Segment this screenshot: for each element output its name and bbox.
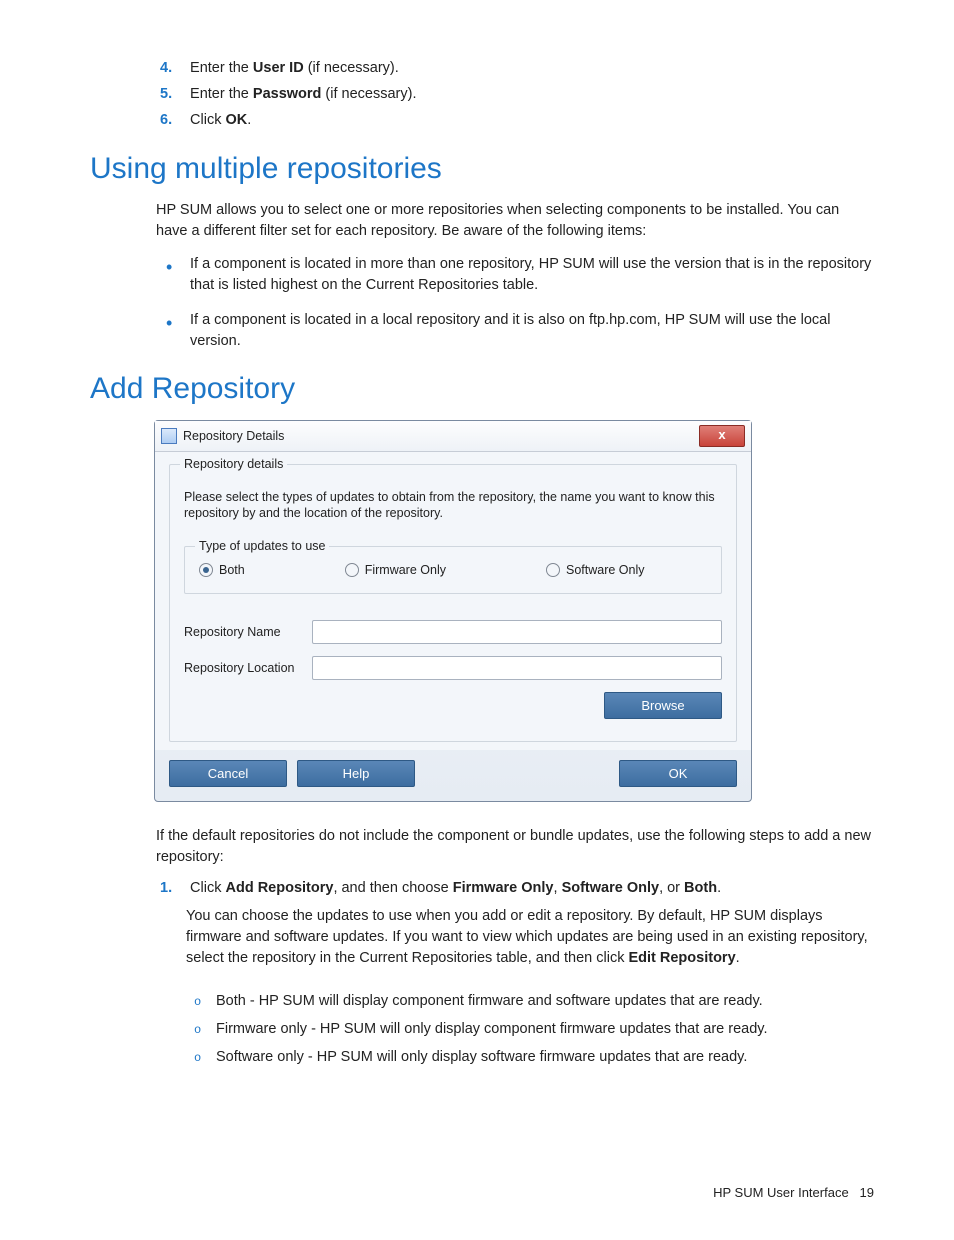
radio-group: Both Firmware Only Software Only (199, 563, 707, 577)
step-text: Click OK. (190, 112, 251, 128)
step-paragraph: You can choose the updates to use when y… (186, 906, 874, 969)
fieldset-legend: Repository details (180, 457, 287, 471)
radio-both[interactable]: Both (199, 563, 245, 577)
radio-label: Software Only (566, 563, 645, 577)
sub-bullet-item: Firmware only - HP SUM will only display… (216, 1021, 874, 1037)
ok-button[interactable]: OK (619, 760, 737, 787)
repository-location-input[interactable] (312, 656, 722, 680)
sub-bullet-item: Software only - HP SUM will only display… (216, 1049, 874, 1065)
repository-details-dialog: Repository Details x Repository details … (154, 420, 752, 802)
repository-name-input[interactable] (312, 620, 722, 644)
repository-location-row: Repository Location (184, 656, 722, 680)
help-button[interactable]: Help (297, 760, 415, 787)
paragraph: HP SUM allows you to select one or more … (156, 200, 874, 242)
radio-icon (546, 563, 560, 577)
step-number: 1. (160, 880, 186, 896)
browse-button[interactable]: Browse (604, 692, 722, 719)
dialog-titlebar: Repository Details x (155, 421, 751, 452)
page-footer: HP SUM User Interface 19 (90, 1185, 874, 1200)
paragraph: If the default repositories do not inclu… (156, 826, 874, 868)
cancel-button[interactable]: Cancel (169, 760, 287, 787)
browse-row: Browse (184, 692, 722, 719)
app-icon (161, 428, 177, 444)
step-1: 1. Click Add Repository, and then choose… (160, 880, 874, 969)
step-5: 5. Enter the Password (if necessary). (160, 86, 874, 102)
radio-software-only[interactable]: Software Only (546, 563, 645, 577)
step-text: Enter the Password (if necessary). (190, 86, 416, 102)
radio-label: Firmware Only (365, 563, 446, 577)
type-of-updates-fieldset: Type of updates to use Both Firmware Onl… (184, 546, 722, 594)
bullet-item: If a component is located in a local rep… (190, 310, 874, 352)
close-button[interactable]: x (699, 425, 745, 447)
radio-icon (345, 563, 359, 577)
step-4: 4. Enter the User ID (if necessary). (160, 60, 874, 76)
step-text: Click Add Repository, and then choose Fi… (190, 880, 721, 896)
field-label: Repository Location (184, 661, 312, 675)
step-text: Enter the User ID (if necessary). (190, 60, 399, 76)
radio-icon (199, 563, 213, 577)
fieldset-legend: Type of updates to use (195, 539, 329, 553)
fieldset-description: Please select the types of updates to ob… (184, 489, 722, 522)
dialog-body: Repository details Please select the typ… (155, 452, 751, 750)
sub-bullet-item: Both - HP SUM will display component fir… (216, 993, 874, 1009)
footer-section: HP SUM User Interface (713, 1185, 849, 1200)
radio-firmware-only[interactable]: Firmware Only (345, 563, 446, 577)
step-6: 6. Click OK. (160, 112, 874, 128)
dialog-button-row: Cancel Help OK (155, 750, 751, 801)
bullet-list: If a component is located in more than o… (90, 254, 874, 352)
steps-list-top: 4. Enter the User ID (if necessary). 5. … (90, 60, 874, 128)
heading-add-repository: Add Repository (90, 372, 874, 406)
repository-details-fieldset: Repository details Please select the typ… (169, 464, 737, 742)
heading-using-multiple-repositories: Using multiple repositories (90, 152, 874, 186)
step-number: 6. (160, 112, 186, 128)
step-number: 4. (160, 60, 186, 76)
step-number: 5. (160, 86, 186, 102)
page-number: 19 (860, 1185, 874, 1200)
bullet-item: If a component is located in more than o… (190, 254, 874, 296)
radio-label: Both (219, 563, 245, 577)
sub-bullet-list: Both - HP SUM will display component fir… (90, 993, 874, 1065)
field-label: Repository Name (184, 625, 312, 639)
steps-list-bottom: 1. Click Add Repository, and then choose… (90, 880, 874, 969)
repository-name-row: Repository Name (184, 620, 722, 644)
page-content: 4. Enter the User ID (if necessary). 5. … (0, 0, 954, 1240)
dialog-title: Repository Details (183, 429, 699, 443)
dialog-screenshot: Repository Details x Repository details … (154, 420, 752, 802)
spacer (425, 760, 609, 787)
